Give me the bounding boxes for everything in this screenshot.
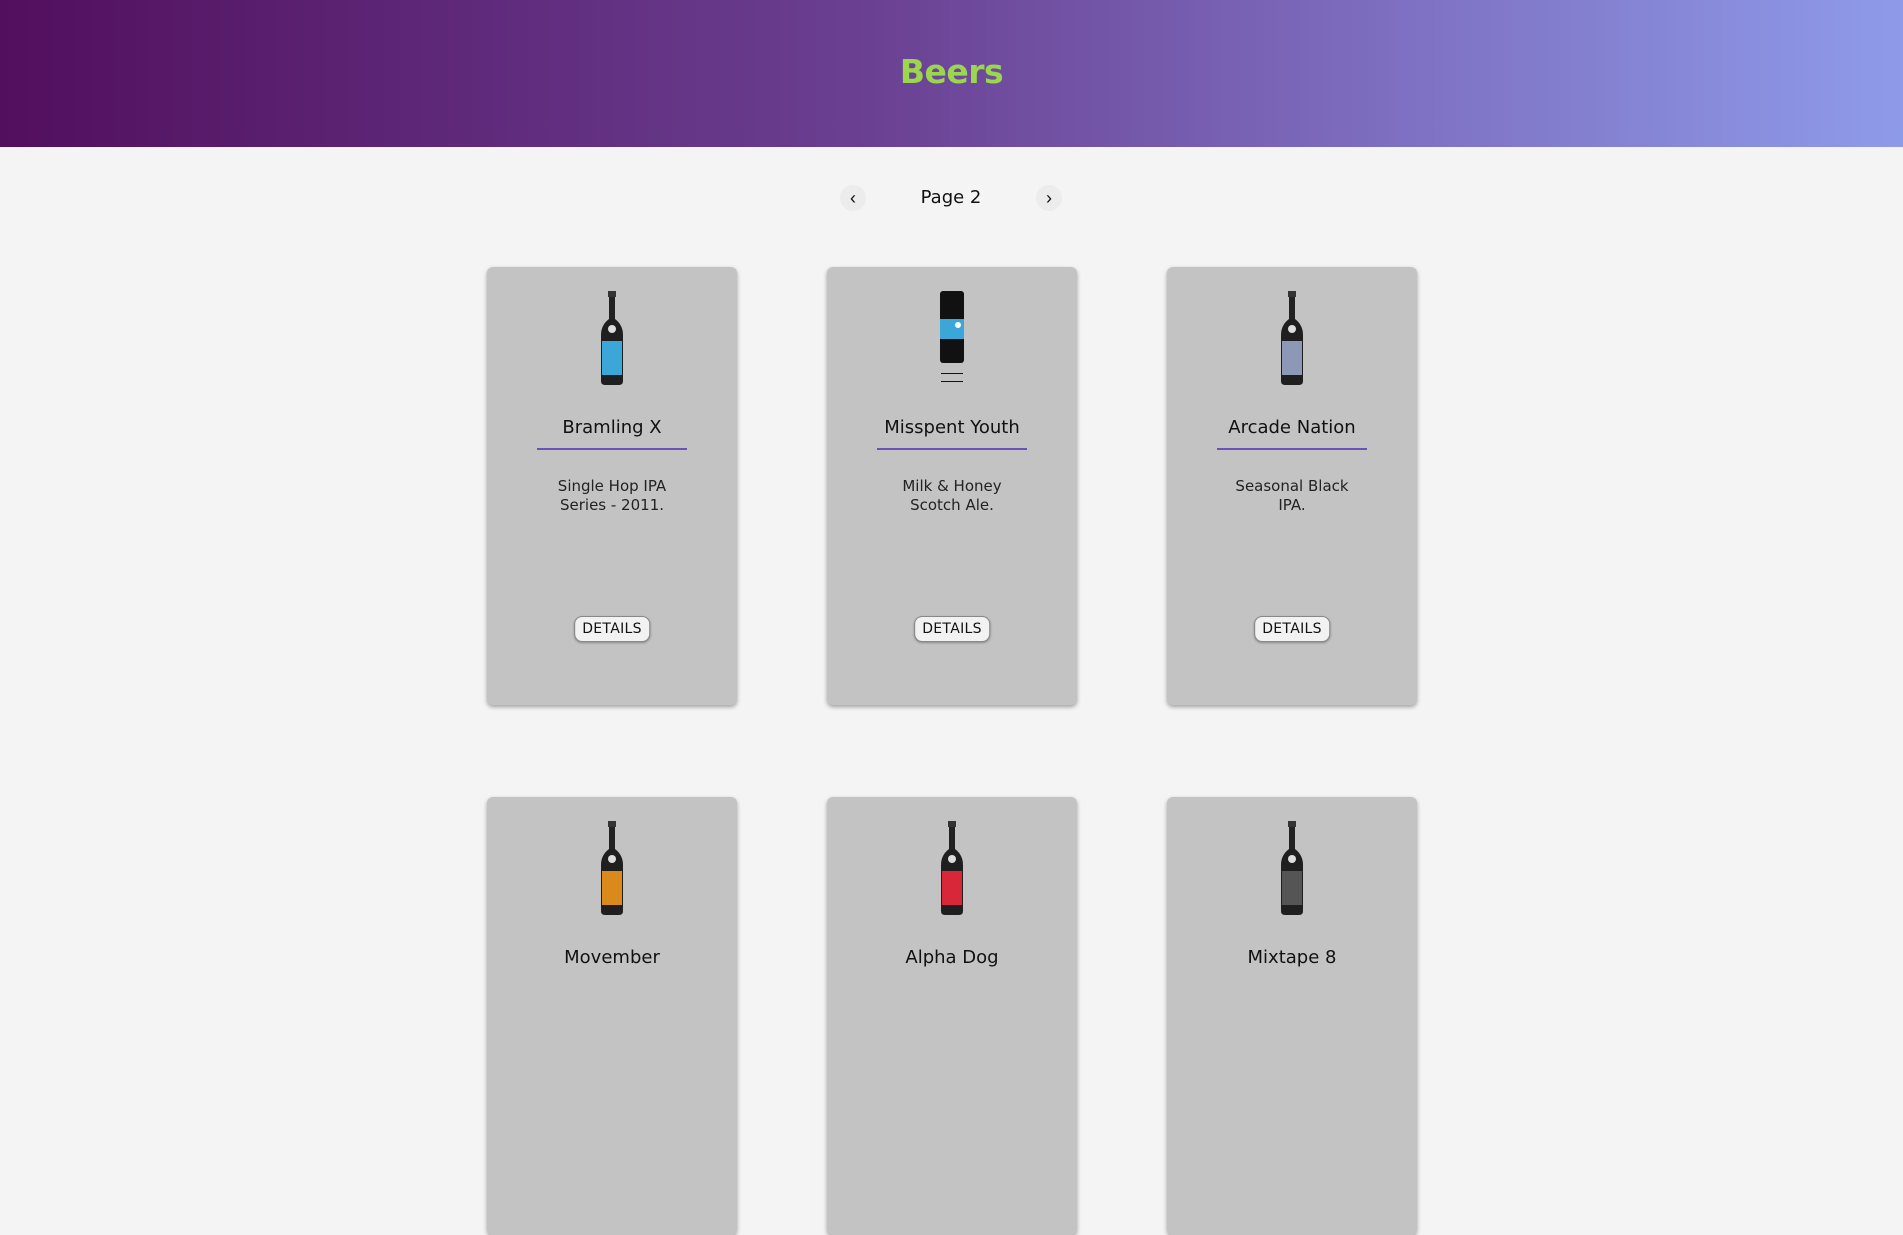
- details-button[interactable]: DETAILS: [574, 616, 650, 642]
- beer-card: Mixtape 8: [1167, 797, 1417, 1235]
- beer-tagline: Seasonal Black IPA.: [1235, 477, 1349, 514]
- beer-name: Misspent Youth: [884, 417, 1020, 438]
- divider: [537, 448, 687, 450]
- beer-card: Bramling X Single Hop IPA Series - 2011.…: [487, 267, 737, 705]
- page-indicator: Page 2: [920, 187, 982, 208]
- beer-card: Misspent Youth Milk & Honey Scotch Ale. …: [827, 267, 1077, 705]
- beer-bottle-icon: [1281, 291, 1303, 385]
- beer-bottle-icon: [1281, 821, 1303, 915]
- beer-card: Movember: [487, 797, 737, 1235]
- pagination: ‹ Page 2 ›: [840, 181, 1062, 215]
- details-button[interactable]: DETAILS: [914, 616, 990, 642]
- divider: [877, 448, 1027, 450]
- beer-card: Alpha Dog: [827, 797, 1077, 1235]
- beer-name: Arcade Nation: [1228, 417, 1356, 438]
- beer-bottle-icon: [941, 821, 963, 915]
- next-page-button[interactable]: ›: [1036, 185, 1062, 211]
- beer-bottle-icon: [601, 291, 623, 385]
- previous-page-button[interactable]: ‹: [840, 185, 866, 211]
- beer-card: Arcade Nation Seasonal Black IPA. DETAIL…: [1167, 267, 1417, 705]
- beer-tagline: Milk & Honey Scotch Ale.: [902, 477, 1002, 514]
- page-title: Beers: [899, 52, 1004, 91]
- beer-keg-icon: [940, 291, 964, 382]
- beer-tagline: Single Hop IPA Series - 2011.: [557, 477, 667, 514]
- beer-bottle-icon: [601, 821, 623, 915]
- app-header: Beers: [0, 0, 1903, 147]
- details-button[interactable]: DETAILS: [1254, 616, 1330, 642]
- divider: [1217, 448, 1367, 450]
- beer-name: Bramling X: [562, 417, 662, 438]
